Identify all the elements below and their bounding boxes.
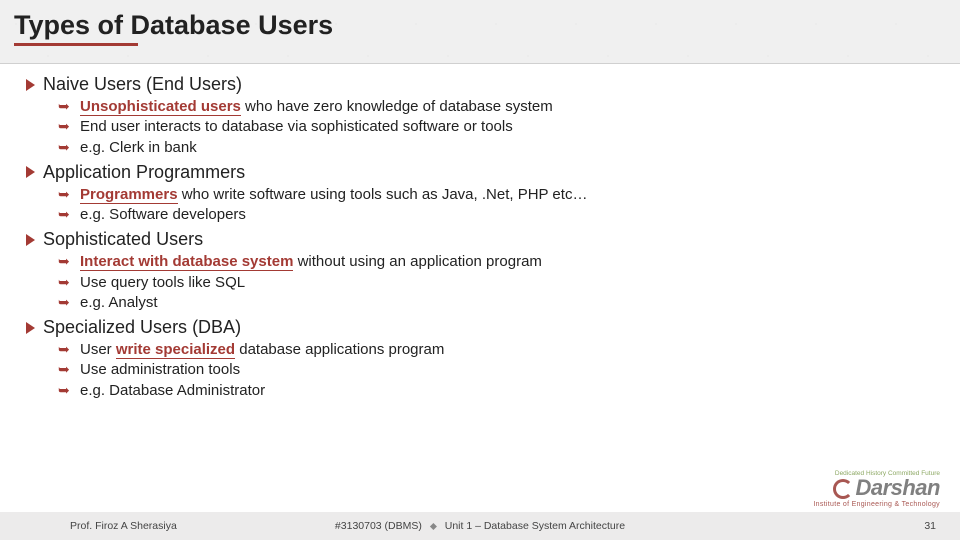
item-pretext: User [80, 341, 116, 358]
item-text: Use query tools like SQL [80, 274, 245, 291]
highlight-text: Interact with database system [80, 253, 293, 271]
logo-swirl-icon [833, 479, 853, 499]
list-item: ➥ e.g. Database Administrator [60, 381, 934, 401]
highlight-text: Unsophisticated users [80, 98, 241, 116]
triangle-bullet-icon [26, 79, 35, 91]
item-text: without using an application program [293, 253, 541, 270]
section-heading: Sophisticated Users [26, 229, 934, 250]
triangle-bullet-icon [26, 234, 35, 246]
arrow-bullet-icon: ➥ [58, 273, 70, 292]
arrow-bullet-icon: ➥ [58, 252, 70, 271]
diamond-separator-icon [430, 523, 437, 530]
list-item: ➥ End user interacts to database via soph… [60, 117, 934, 137]
item-text: database applications program [235, 341, 444, 358]
section-heading: Naive Users (End Users) [26, 74, 934, 95]
arrow-bullet-icon: ➥ [58, 97, 70, 116]
arrow-bullet-icon: ➥ [58, 293, 70, 312]
section-heading-text: Specialized Users (DBA) [43, 317, 241, 338]
slide-footer: Prof. Firoz A Sherasiya #3130703 (DBMS) … [0, 512, 960, 540]
arrow-bullet-icon: ➥ [58, 185, 70, 204]
section-specialized-users: Specialized Users (DBA) ➥ User write spec… [26, 317, 934, 401]
arrow-bullet-icon: ➥ [58, 360, 70, 379]
item-text: End user interacts to database via sophi… [80, 118, 513, 135]
section-heading-text: Sophisticated Users [43, 229, 203, 250]
highlight-text: Programmers [80, 186, 178, 204]
list-item: ➥ e.g. Software developers [60, 205, 934, 225]
section-sublist: ➥ Interact with database system without u… [60, 252, 934, 313]
arrow-bullet-icon: ➥ [58, 117, 70, 136]
item-text: e.g. Analyst [80, 294, 158, 311]
item-text: who write software using tools such as J… [178, 186, 588, 203]
list-item: ➥ Use query tools like SQL [60, 273, 934, 293]
triangle-bullet-icon [26, 322, 35, 334]
footer-unit: Unit 1 – Database System Architecture [445, 520, 625, 532]
list-item: ➥ e.g. Clerk in bank [60, 138, 934, 158]
list-item: ➥ Use administration tools [60, 360, 934, 380]
section-sublist: ➥ Unsophisticated users who have zero kno… [60, 97, 934, 158]
item-text: Use administration tools [80, 361, 240, 378]
arrow-bullet-icon: ➥ [58, 340, 70, 359]
logo-subtitle: Institute of Engineering & Technology [813, 501, 940, 508]
section-sophisticated-users: Sophisticated Users ➥ Interact with datab… [26, 229, 934, 313]
section-application-programmers: Application Programmers ➥ Programmers who… [26, 162, 934, 226]
section-sublist: ➥ Programmers who write software using to… [60, 185, 934, 226]
section-sublist: ➥ User write specialized database applica… [60, 340, 934, 401]
triangle-bullet-icon [26, 166, 35, 178]
section-heading: Application Programmers [26, 162, 934, 183]
section-heading-text: Naive Users (End Users) [43, 74, 242, 95]
footer-author: Prof. Firoz A Sherasiya [70, 520, 177, 532]
list-item: ➥ Interact with database system without u… [60, 252, 934, 272]
arrow-bullet-icon: ➥ [58, 138, 70, 157]
footer-center: #3130703 (DBMS) Unit 1 – Database System… [335, 520, 625, 532]
list-item: ➥ Unsophisticated users who have zero kno… [60, 97, 934, 117]
item-text: who have zero knowledge of database syst… [241, 98, 553, 115]
slide-content: Naive Users (End Users) ➥ Unsophisticated… [0, 64, 960, 401]
section-naive-users: Naive Users (End Users) ➥ Unsophisticated… [26, 74, 934, 158]
logo-brand: Darshan [855, 475, 940, 500]
item-text: e.g. Clerk in bank [80, 139, 197, 156]
arrow-bullet-icon: ➥ [58, 381, 70, 400]
arrow-bullet-icon: ➥ [58, 205, 70, 224]
title-underline [14, 43, 138, 46]
list-item: ➥ e.g. Analyst [60, 293, 934, 313]
item-text: e.g. Database Administrator [80, 382, 265, 399]
footer-page-number: 31 [924, 520, 936, 532]
slide-title: Types of Database Users [14, 10, 946, 41]
section-heading: Specialized Users (DBA) [26, 317, 934, 338]
highlight-text: write specialized [116, 341, 235, 359]
list-item: ➥ Programmers who write software using to… [60, 185, 934, 205]
item-text: e.g. Software developers [80, 206, 246, 223]
slide-header: Types of Database Users [0, 0, 960, 64]
institute-logo: Dedicated History Committed Future Darsh… [813, 470, 940, 508]
section-heading-text: Application Programmers [43, 162, 245, 183]
footer-course-code: #3130703 (DBMS) [335, 520, 422, 532]
list-item: ➥ User write specialized database applica… [60, 340, 934, 360]
